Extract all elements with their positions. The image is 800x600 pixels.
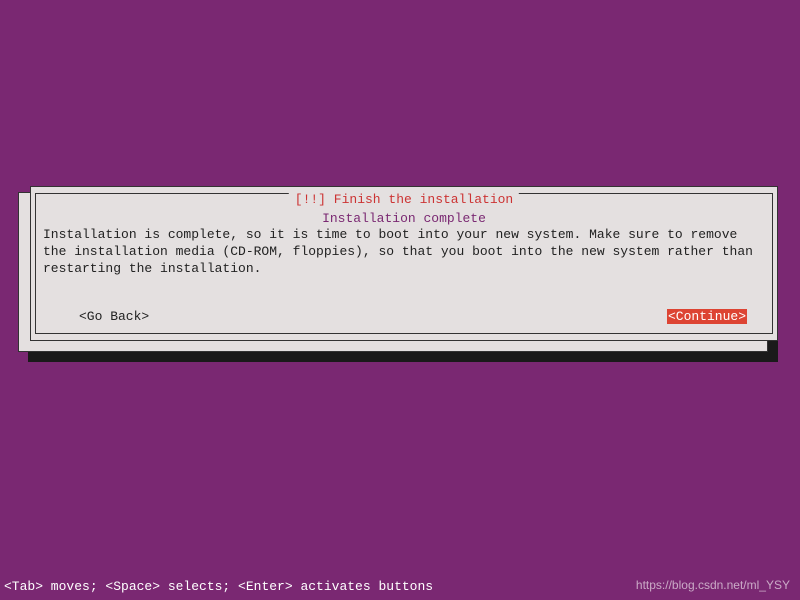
button-row: <Go Back> <Continue> (79, 309, 747, 324)
continue-button[interactable]: <Continue> (667, 309, 747, 324)
dialog-subtitle: Installation complete (31, 211, 777, 226)
go-back-button[interactable]: <Go Back> (79, 309, 149, 324)
watermark: https://blog.csdn.net/ml_YSY (636, 578, 790, 592)
dialog-main: [!!] Finish the installation Installatio… (30, 186, 778, 341)
dialog-title: [!!] Finish the installation (289, 192, 519, 207)
dialog-body: Installation is complete, so it is time … (43, 227, 765, 278)
status-bar: <Tab> moves; <Space> selects; <Enter> ac… (4, 579, 433, 594)
